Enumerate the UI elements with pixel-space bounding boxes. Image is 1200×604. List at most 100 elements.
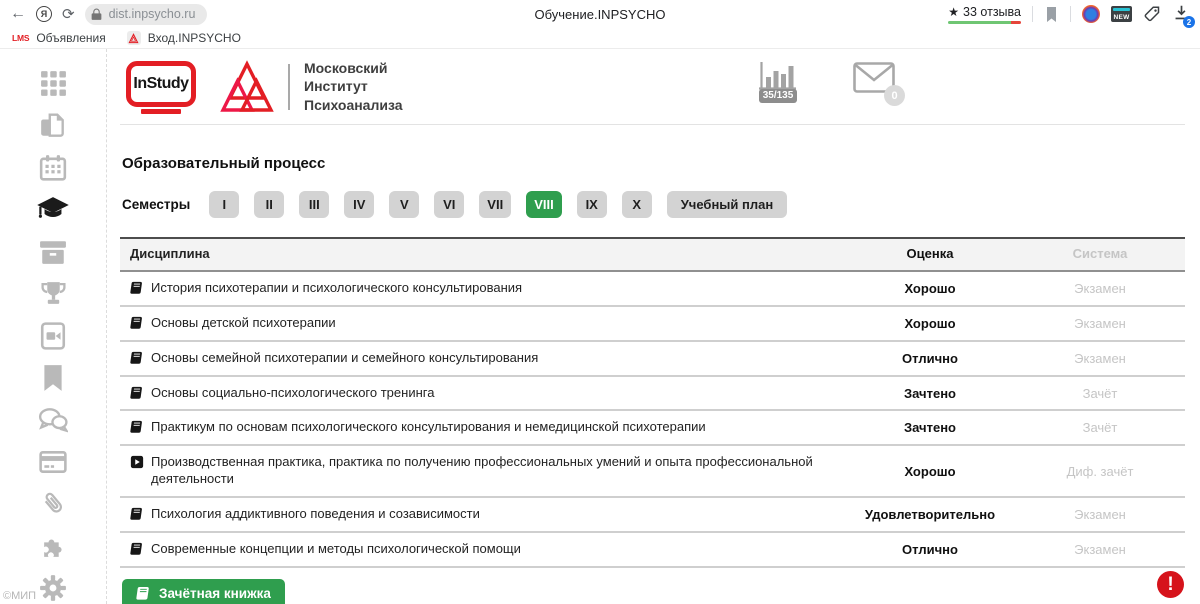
extension-browser-icon[interactable] bbox=[1082, 5, 1100, 23]
grading-system: Экзамен bbox=[1015, 534, 1185, 565]
reviews-widget[interactable]: ★ 33 отзыва bbox=[948, 5, 1021, 24]
table-row[interactable]: Основы детской психотерапии Хорошо Экзам… bbox=[120, 307, 1185, 342]
lock-icon bbox=[90, 8, 103, 21]
column-grade: Оценка bbox=[845, 239, 1015, 270]
grading-system: Диф. зачёт bbox=[1015, 456, 1185, 487]
grade-value: Отлично bbox=[845, 534, 1015, 565]
sidebar-item-education[interactable] bbox=[36, 195, 70, 224]
sidebar-item-attachments[interactable] bbox=[36, 489, 70, 518]
main-content: InStudy Московский Институт Психоанализа… bbox=[107, 49, 1200, 604]
semester-tab-vii[interactable]: VII bbox=[479, 191, 511, 218]
downloads-icon[interactable]: 2 bbox=[1173, 4, 1190, 24]
bookmark-icon bbox=[41, 364, 65, 392]
bookmark-announcements[interactable]: Объявления bbox=[36, 31, 105, 45]
discipline-name: История психотерапии и психологического … bbox=[151, 280, 522, 297]
grading-system: Зачёт bbox=[1015, 378, 1185, 409]
table-row[interactable]: Психология аддиктивного поведения и соза… bbox=[120, 498, 1185, 533]
book-icon bbox=[130, 281, 144, 295]
semester-tab-ii[interactable]: II bbox=[254, 191, 284, 218]
disciplines-table: Дисциплина Оценка Система История психот… bbox=[120, 237, 1185, 568]
back-icon[interactable]: ← bbox=[10, 6, 26, 22]
tag-extension-icon[interactable] bbox=[1143, 5, 1162, 23]
table-row[interactable]: Основы семейной психотерапии и семейного… bbox=[120, 342, 1185, 377]
sidebar-item-documents[interactable] bbox=[36, 111, 70, 140]
discipline-name: Основы детской психотерапии bbox=[151, 315, 336, 332]
table-row[interactable]: Основы социально-психологического тренин… bbox=[120, 377, 1185, 412]
grade-value: Хорошо bbox=[845, 273, 1015, 304]
browser-toolbar: ← Я ⟳ dist.inpsycho.ru Обучение.INPSYCHO… bbox=[0, 0, 1200, 28]
bookmarks-bar: LMS Объявления Вход.INPSYCHO bbox=[0, 28, 1200, 48]
discipline-name: Практикум по основам психологического ко… bbox=[151, 419, 706, 436]
semester-tab-iv[interactable]: IV bbox=[344, 191, 374, 218]
sidebar-item-video-lessons[interactable] bbox=[36, 321, 70, 350]
book-icon bbox=[130, 507, 144, 521]
column-discipline: Дисциплина bbox=[120, 239, 845, 270]
book-icon bbox=[130, 386, 144, 400]
grading-system: Экзамен bbox=[1015, 308, 1185, 339]
video-file-icon bbox=[40, 322, 66, 350]
divider bbox=[1032, 6, 1033, 22]
extension-new-icon[interactable]: NEW bbox=[1111, 6, 1132, 22]
semester-tab-учебный-план[interactable]: Учебный план bbox=[667, 191, 787, 218]
table-row[interactable]: Практикум по основам психологического ко… bbox=[120, 411, 1185, 446]
institute-line: Институт bbox=[304, 77, 403, 95]
grading-system: Экзамен bbox=[1015, 273, 1185, 304]
grade-value: Удовлетворительно bbox=[845, 499, 1015, 530]
credit-card-icon bbox=[39, 450, 67, 474]
semester-tab-x[interactable]: X bbox=[622, 191, 652, 218]
bookmark-flag-icon[interactable] bbox=[1044, 6, 1059, 23]
semester-tab-vi[interactable]: VI bbox=[434, 191, 464, 218]
grade-value: Зачтено bbox=[845, 412, 1015, 443]
mip-favicon bbox=[127, 31, 141, 45]
new-badge: NEW bbox=[1113, 14, 1129, 22]
sidebar-item-payments[interactable] bbox=[36, 447, 70, 476]
sidebar-item-extensions[interactable] bbox=[36, 531, 70, 560]
semester-tab-v[interactable]: V bbox=[389, 191, 419, 218]
semester-tab-ix[interactable]: IX bbox=[577, 191, 607, 218]
alert-icon[interactable]: ! bbox=[1157, 571, 1184, 598]
sidebar-item-messages[interactable] bbox=[36, 405, 70, 434]
mail-count-badge: 0 bbox=[884, 85, 905, 106]
browser-profile-icon[interactable]: Я bbox=[36, 6, 52, 22]
disciplines-table-body: История психотерапии и психологического … bbox=[120, 272, 1185, 568]
sidebar-item-bookmarks[interactable] bbox=[36, 363, 70, 392]
bar-chart-icon bbox=[758, 59, 798, 93]
table-row[interactable]: Производственная практика, практика по п… bbox=[120, 446, 1185, 498]
progress-stats[interactable]: 35/135 bbox=[758, 59, 798, 103]
grading-system: Экзамен bbox=[1015, 343, 1185, 374]
book-icon bbox=[130, 542, 144, 556]
instudy-logo[interactable]: InStudy bbox=[126, 61, 196, 107]
sidebar-item-schedule[interactable] bbox=[36, 153, 70, 182]
app-window: ©МИП InStudy Московский Институт Психоан… bbox=[0, 48, 1200, 604]
grade-value: Хорошо bbox=[845, 308, 1015, 339]
discipline-name: Производственная практика, практика по п… bbox=[151, 454, 835, 488]
sidebar-item-settings[interactable] bbox=[36, 573, 70, 602]
semester-tab-iii[interactable]: III bbox=[299, 191, 329, 218]
table-row[interactable]: История психотерапии и психологического … bbox=[120, 272, 1185, 307]
sidebar-item-apps[interactable] bbox=[36, 69, 70, 98]
reload-icon[interactable]: ⟳ bbox=[62, 7, 75, 22]
table-header: Дисциплина Оценка Система bbox=[120, 237, 1185, 272]
gradebook-button[interactable]: Зачётная книжка bbox=[122, 579, 285, 604]
sidebar: ©МИП bbox=[0, 49, 107, 604]
discipline-name: Современные концепции и методы психологи… bbox=[151, 541, 521, 558]
graduation-cap-icon bbox=[36, 196, 70, 223]
institute-line: Психоанализа bbox=[304, 96, 403, 114]
mail-widget[interactable]: 0 bbox=[853, 62, 895, 98]
trophy-icon bbox=[40, 280, 67, 307]
bookmark-login-inpsycho[interactable]: Вход.INPSYCHO bbox=[148, 31, 241, 45]
semesters-label: Семестры bbox=[122, 197, 190, 212]
chat-bubbles-icon bbox=[38, 407, 68, 433]
discipline-name: Основы семейной психотерапии и семейного… bbox=[151, 350, 538, 367]
address-bar[interactable]: dist.inpsycho.ru bbox=[85, 4, 208, 25]
table-row[interactable]: Современные концепции и методы психологи… bbox=[120, 533, 1185, 568]
semester-tab-i[interactable]: I bbox=[209, 191, 239, 218]
institute-name: Московский Институт Психоанализа bbox=[304, 59, 403, 114]
semester-tab-viii[interactable]: VIII bbox=[526, 191, 562, 218]
sidebar-item-awards[interactable] bbox=[36, 279, 70, 308]
grading-system: Зачёт bbox=[1015, 412, 1185, 443]
url-text: dist.inpsycho.ru bbox=[109, 7, 196, 21]
instudy-logo-text: InStudy bbox=[133, 75, 188, 93]
institute-line: Московский bbox=[304, 59, 403, 77]
sidebar-item-archive[interactable] bbox=[36, 237, 70, 266]
